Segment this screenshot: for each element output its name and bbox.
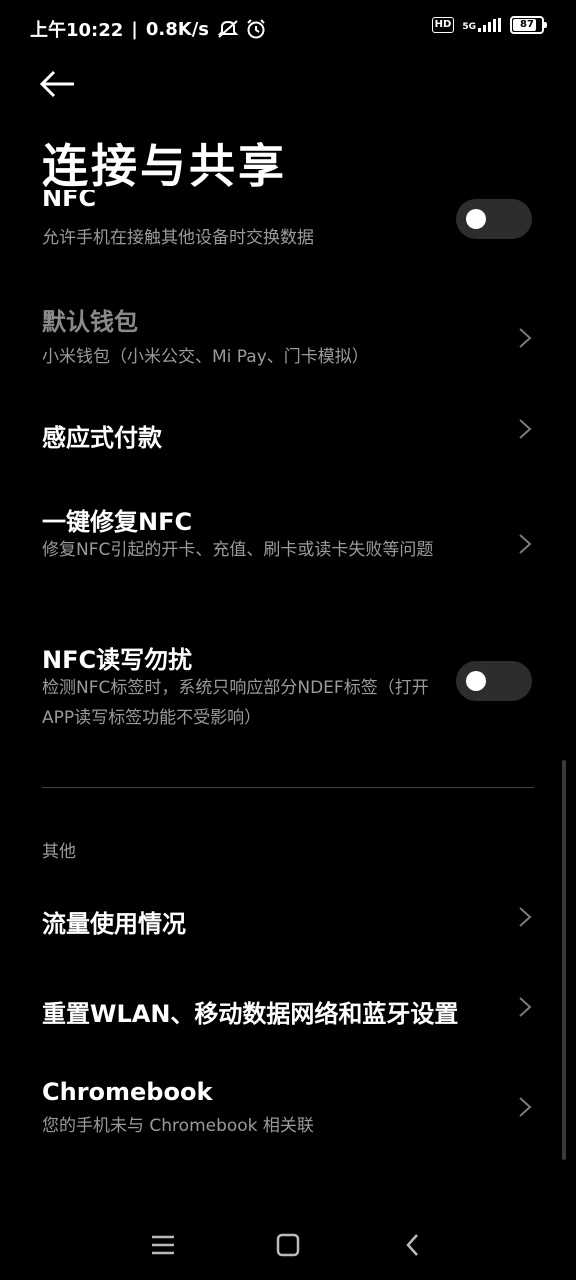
- nfc-row[interactable]: NFC 允许手机在接触其他设备时交换数据: [0, 190, 576, 260]
- nav-home-button[interactable]: [275, 1232, 305, 1262]
- repair-nfc-subtitle: 修复NFC引起的开卡、充值、刷卡或读卡失败等问题: [42, 540, 434, 560]
- chevron-right-icon: [519, 419, 532, 439]
- reset-network-title: 重置WLAN、移动数据网络和蓝牙设置: [42, 1000, 459, 1028]
- hd-badge: HD: [431, 17, 455, 33]
- chromebook-subtitle: 您的手机未与 Chromebook 相关联: [42, 1116, 314, 1136]
- alarm-icon: [247, 19, 265, 39]
- network-type: 5G: [462, 18, 502, 32]
- reset-network-row[interactable]: 重置WLAN、移动数据网络和蓝牙设置: [0, 970, 576, 1050]
- data-usage-row[interactable]: 流量使用情况: [0, 880, 576, 960]
- repair-nfc-title: 一键修复NFC: [42, 508, 193, 536]
- navigation-bar: [0, 1210, 576, 1280]
- chevron-right-icon: [519, 907, 532, 927]
- data-usage-title: 流量使用情况: [42, 910, 186, 938]
- status-time: 上午10:22: [30, 20, 124, 41]
- battery-icon: 87: [510, 16, 547, 34]
- repair-nfc-row[interactable]: 一键修复NFC 修复NFC引起的开卡、充值、刷卡或读卡失败等问题: [0, 490, 576, 600]
- toggle-knob: [466, 671, 486, 691]
- chevron-left-icon: [406, 1234, 418, 1256]
- scrollbar[interactable]: [562, 760, 566, 1160]
- toggle-knob: [466, 209, 486, 229]
- nav-back-button[interactable]: [400, 1232, 430, 1262]
- nfc-toggle[interactable]: [456, 199, 532, 239]
- chevron-right-icon: [519, 997, 532, 1017]
- nfc-dnd-row[interactable]: NFC读写勿扰 检测NFC标签时，系统只响应部分NDEF标签（打开APP读写标签…: [0, 630, 576, 740]
- chevron-right-icon: [519, 1097, 532, 1117]
- default-wallet-title: 默认钱包: [42, 308, 138, 336]
- nfc-dnd-title: NFC读写勿扰: [42, 646, 193, 674]
- status-bar: 上午10:22 | 0.8K/s HD 5G 87: [0, 0, 576, 56]
- nav-menu-button[interactable]: [150, 1232, 180, 1262]
- chevron-right-icon: [519, 328, 532, 348]
- chromebook-row[interactable]: Chromebook 您的手机未与 Chromebook 相关联: [0, 1070, 576, 1170]
- default-wallet-subtitle: 小米钱包（小米公交、Mi Pay、门卡模拟）: [42, 347, 369, 367]
- nfc-dnd-subtitle: 检测NFC标签时，系统只响应部分NDEF标签（打开APP读写标签功能不受影响）: [42, 678, 429, 728]
- default-wallet-row[interactable]: 默认钱包 小米钱包（小米公交、Mi Pay、门卡模拟）: [0, 290, 576, 380]
- mute-vibrate-icon: [217, 20, 239, 38]
- chromebook-title: Chromebook: [42, 1078, 213, 1106]
- contactless-pay-row[interactable]: 感应式付款: [0, 390, 576, 470]
- contactless-pay-title: 感应式付款: [42, 424, 162, 452]
- chevron-right-icon: [519, 534, 532, 554]
- status-separator: |: [131, 18, 138, 40]
- page-title: 连接与共享: [42, 139, 287, 193]
- nfc-subtitle: 允许手机在接触其他设备时交换数据: [42, 228, 314, 248]
- back-button[interactable]: [38, 66, 78, 102]
- section-label-other: 其他: [42, 842, 76, 862]
- nfc-dnd-toggle[interactable]: [456, 661, 532, 701]
- arrow-left-icon: [39, 70, 74, 98]
- section-divider: [42, 787, 534, 788]
- status-net-speed: 0.8K/s: [145, 18, 209, 40]
- menu-icon: [152, 1235, 174, 1255]
- square-icon: [276, 1233, 300, 1257]
- signal-icon: [478, 18, 501, 32]
